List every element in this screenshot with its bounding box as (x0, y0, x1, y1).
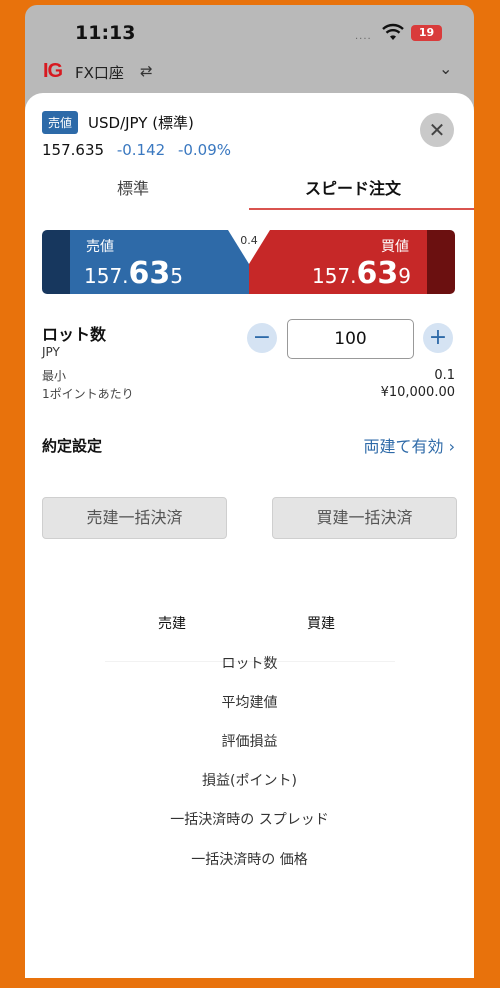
ig-logo: IG (43, 60, 63, 82)
lot-increase-button[interactable]: + (423, 323, 453, 353)
buy-edge (427, 230, 455, 294)
sell-price-prefix: 157. (84, 264, 129, 288)
chevron-right-icon: › (448, 437, 455, 456)
buy-label: 買値 (381, 239, 409, 255)
sell-edge (42, 230, 70, 294)
phone-screen: 11:13 .... 19 IG FX口座 ⇄ ⌄ 売値 USD/JPY (標準… (25, 5, 474, 978)
lot-unit: JPY (42, 345, 60, 359)
app-bar: IG FX口座 ⇄ ⌄ (25, 55, 474, 93)
close-button[interactable]: ✕ (420, 113, 454, 147)
fill-setting-label: 約定設定 (42, 437, 103, 455)
minus-icon: − (252, 325, 272, 350)
positions-buy-header: 買建 (307, 616, 335, 632)
spread-value: 0.4 (240, 234, 258, 247)
instrument-price-row: 157.635 -0.142 -0.09% (42, 141, 231, 159)
account-selector[interactable]: FX口座 (75, 62, 124, 83)
signal-icon: .... (355, 31, 372, 42)
order-sheet: 売値 USD/JPY (標準) 157.635 -0.142 -0.09% ✕ … (25, 93, 474, 978)
per-point-value: ¥10,000.00 (380, 385, 455, 400)
sell-price-big: 63 (128, 256, 171, 291)
min-lot-label: 最小 (42, 369, 67, 383)
sell-label: 売値 (86, 239, 114, 255)
buy-price-big: 63 (356, 256, 399, 291)
active-tab-indicator (249, 208, 474, 210)
switch-icon[interactable]: ⇄ (140, 62, 153, 80)
plus-icon: + (428, 325, 448, 350)
status-time: 11:13 (75, 22, 136, 44)
bulk-close-sell-button[interactable]: 売建一括決済 (42, 497, 227, 539)
quote-panel: 売値 157.635 買値 157.639 0.4 (42, 230, 455, 294)
tab-standard[interactable]: 標準 (117, 175, 149, 199)
positions-sell-header: 売建 (158, 616, 186, 632)
status-bar: 11:13 .... 19 (25, 5, 474, 55)
sell-badge: 売値 (42, 111, 79, 134)
battery-icon: 19 (411, 25, 442, 41)
order-tabs: 標準 スピード注文 (25, 165, 474, 210)
current-price: 157.635 (42, 141, 105, 159)
sell-quote-button[interactable]: 売値 157.635 (70, 230, 249, 294)
buy-price-suffix: 9 (398, 264, 411, 288)
positions-row-label: 損益(ポイント) (202, 773, 297, 789)
positions-row-label: 一括決済時の スプレッド (170, 812, 329, 828)
price-change: -0.142 (116, 141, 166, 159)
instrument-header: 売値 USD/JPY (標準) (42, 111, 194, 134)
lot-decrease-button[interactable]: − (247, 323, 277, 353)
positions-row-label: 評価損益 (221, 734, 278, 750)
sell-price: 157.635 (84, 256, 183, 291)
chevron-down-icon[interactable]: ⌄ (439, 59, 452, 78)
sell-price-suffix: 5 (170, 264, 184, 288)
fill-setting-value: 両建て有効 (363, 437, 444, 456)
positions-row-label: 一括決済時の 価格 (191, 852, 308, 868)
instrument-name: USD/JPY (標準) (88, 114, 194, 132)
lot-title: ロット数 (42, 325, 107, 344)
close-icon: ✕ (428, 118, 446, 142)
positions-row-label: 平均建値 (221, 695, 278, 711)
buy-quote-button[interactable]: 買値 157.639 (249, 230, 427, 294)
fill-setting-link[interactable]: 両建て有効 › (363, 433, 455, 457)
price-change-pct: -0.09% (177, 141, 232, 159)
bulk-close-buy-button[interactable]: 買建一括決済 (272, 497, 457, 539)
per-point-label: 1ポイントあたり (42, 387, 134, 401)
min-lot-value: 0.1 (434, 368, 455, 383)
positions-row-label: ロット数 (221, 656, 278, 672)
buy-price: 157.639 (312, 256, 411, 291)
wifi-icon (382, 23, 404, 40)
lot-quantity-input[interactable]: 100 (287, 319, 414, 359)
tab-speed-order[interactable]: スピード注文 (305, 175, 401, 199)
buy-price-prefix: 157. (311, 264, 357, 288)
